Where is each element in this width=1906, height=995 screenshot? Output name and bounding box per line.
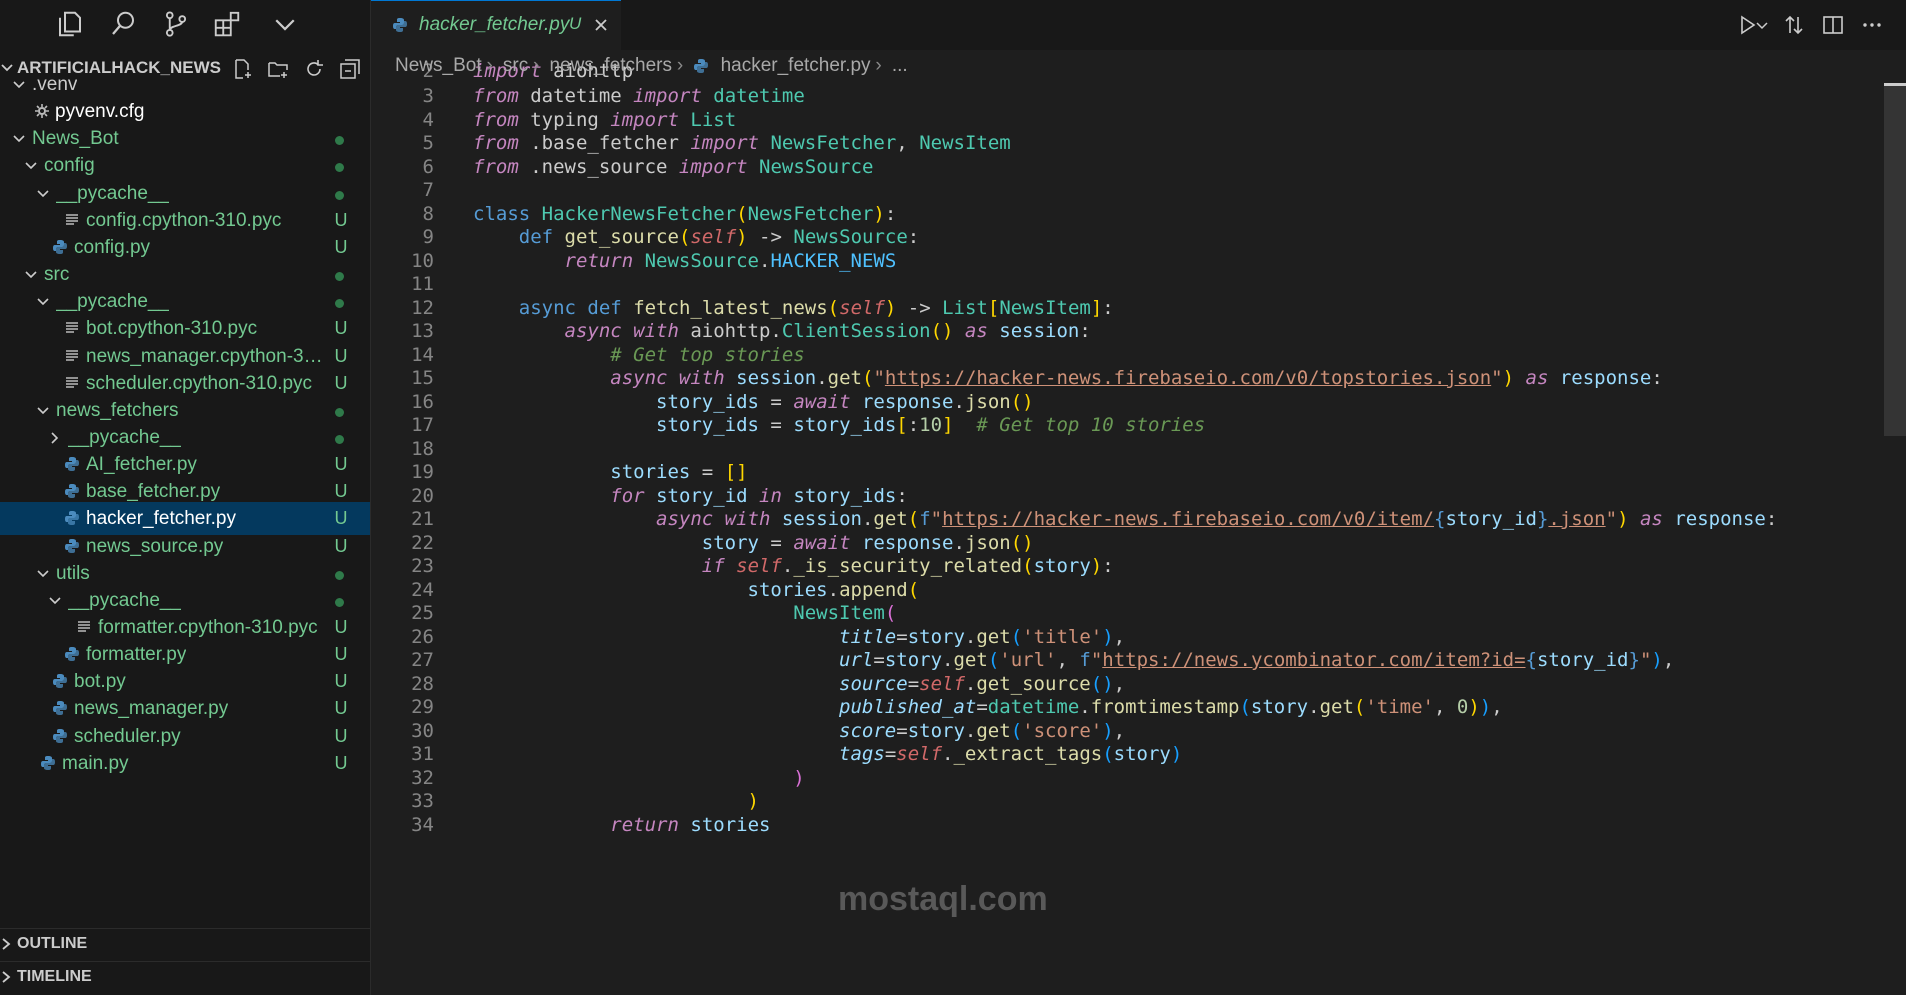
modified-dot [335, 299, 344, 309]
watermark-text: mostaql.com [838, 880, 1048, 918]
chevron-down-icon [37, 190, 49, 197]
modified-dot [335, 136, 344, 146]
chevron-down-icon [25, 271, 37, 279]
python-file-icon [65, 511, 79, 526]
tree-item[interactable]: main.py U [0, 747, 370, 780]
more-icon[interactable] [1859, 12, 1885, 38]
code-line[interactable]: 34 return stories [371, 811, 1871, 839]
tab-status-badge: U [569, 14, 582, 33]
source-control-icon[interactable] [161, 9, 191, 39]
chevron-down-icon [13, 135, 25, 143]
chevron-right-icon: › [533, 55, 540, 76]
chevron-down-icon [37, 407, 49, 414]
python-file-icon [65, 647, 79, 662]
chevron-right-icon [2, 971, 11, 983]
extensions-icon[interactable] [212, 9, 242, 39]
python-file-icon [53, 728, 67, 743]
breadcrumb-item[interactable]: hacker_fetcher.py [721, 55, 871, 77]
split-editor-icon[interactable] [1820, 12, 1846, 38]
python-file-icon [693, 57, 715, 75]
text-file-icon [66, 349, 78, 361]
line-number: 34 [411, 814, 434, 836]
python-file-icon [41, 755, 55, 770]
python-file-icon [53, 701, 67, 716]
tab-bar: hacker_fetcher.py U [371, 0, 1906, 51]
breadcrumb: News_Bot › src › news_fetchers › hacker_fet… [395, 55, 908, 81]
chevron-down-icon [37, 570, 49, 577]
scrollbar-thumb[interactable] [1884, 86, 1906, 436]
modified-dot [335, 597, 344, 607]
sidebar-view-bar [0, 0, 370, 50]
modified-dot [335, 407, 344, 417]
python-file-icon [53, 674, 67, 689]
breadcrumb-item[interactable]: src [503, 55, 528, 77]
search-icon[interactable] [108, 9, 138, 39]
modified-dot [335, 272, 344, 282]
text-file-icon [66, 214, 78, 225]
text-file-icon [66, 322, 78, 334]
code-text: return stories [610, 814, 771, 836]
breadcrumb-item[interactable]: News_Bot [395, 55, 482, 77]
chevron-down-icon[interactable] [1755, 12, 1769, 38]
close-icon[interactable] [592, 16, 610, 34]
text-file-icon [66, 376, 78, 388]
explorer-sidebar: ARTIFICIALHACK_NEWS .venv pyvenv.cfg News_… [0, 0, 371, 995]
chevron-right-icon: › [676, 55, 684, 76]
chevron-down-icon [13, 81, 25, 89]
git-status-badge: U [334, 752, 348, 773]
chevron-right-icon: › [486, 55, 493, 76]
chevron-down-icon [25, 162, 37, 170]
chevron-right-icon [51, 432, 59, 444]
python-file-icon [65, 538, 79, 553]
breadcrumb-item[interactable]: news_fetchers [550, 55, 673, 77]
modified-dot [335, 190, 344, 200]
chevron-right-icon: › [875, 55, 882, 76]
outline-section[interactable]: OUTLINE [0, 928, 370, 959]
editor-area: 2 import aiohttp 3 from datetime import dat… [371, 0, 1906, 995]
text-file-icon [78, 621, 90, 632]
chevron-right-icon [2, 938, 11, 950]
modified-dot [335, 570, 344, 580]
files-icon[interactable] [55, 9, 85, 39]
overview-ruler-mark [1884, 83, 1906, 86]
chevron-down-icon [37, 298, 49, 306]
timeline-section-label: TIMELINE [17, 968, 92, 985]
python-file-icon [65, 457, 79, 472]
python-file-icon [393, 18, 407, 32]
tree-item-label: main.py [62, 752, 129, 774]
tab-hacker-fetcher[interactable]: hacker_fetcher.py U [371, 0, 621, 51]
python-file-icon [65, 484, 79, 499]
compare-icon[interactable] [1781, 12, 1807, 38]
breadcrumb-item[interactable]: ... [892, 55, 908, 77]
timeline-section[interactable]: TIMELINE [0, 961, 370, 992]
chevron-down-icon[interactable] [270, 9, 300, 39]
chevron-down-icon [49, 597, 61, 604]
tab-label: hacker_fetcher.py [419, 14, 570, 35]
python-file-icon [53, 239, 67, 254]
modified-dot [335, 163, 344, 173]
code-editor[interactable]: 2 import aiohttp 3 from datetime import dat… [371, 0, 1906, 995]
outline-section-label: OUTLINE [17, 935, 88, 952]
modified-dot [335, 434, 344, 444]
gear-file-icon [35, 104, 49, 119]
